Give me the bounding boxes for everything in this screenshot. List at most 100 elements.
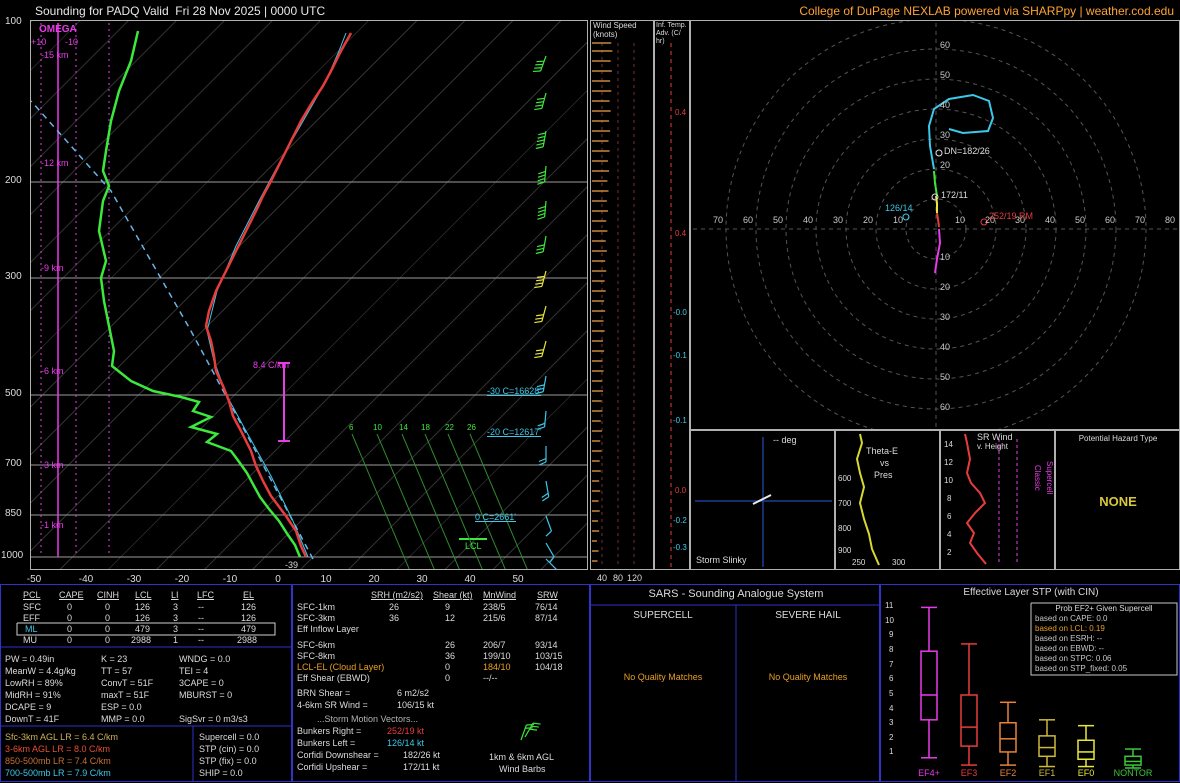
sr-wind-plot xyxy=(964,433,1018,565)
label: 238/5 xyxy=(483,602,506,612)
label: 40 xyxy=(597,573,608,583)
label: Adv. (C/ xyxy=(656,30,681,37)
label: -0.1 xyxy=(673,416,687,425)
hodograph-traces xyxy=(902,93,995,274)
label: based on LCL: 0.19 xyxy=(1035,624,1105,633)
label: 0 xyxy=(105,624,111,634)
label: ConvT = 51F xyxy=(101,678,154,688)
sars-panel[interactable]: SARS - Sounding Analogue System SUPERCELL… xyxy=(590,584,880,782)
label: 500 xyxy=(5,388,22,399)
label: Shear (kt) xyxy=(433,590,473,600)
label: 0 xyxy=(105,635,111,645)
label: 172/11 kt xyxy=(403,762,440,772)
label: 0 xyxy=(67,602,73,612)
thetae-title: Theta-E xyxy=(866,446,899,456)
minus30c-height: -30 C=16628' xyxy=(487,386,542,396)
label: 0.0 xyxy=(675,486,687,495)
label: SFC-1km xyxy=(297,602,335,612)
label: 600 xyxy=(838,474,852,483)
label: Sfc-3km AGL LR = 6.4 C/km xyxy=(5,732,118,742)
label: SRW xyxy=(537,590,558,600)
label: 18 xyxy=(421,423,430,432)
label: 199/10 xyxy=(483,651,511,661)
wind-speed-panel[interactable]: Wind Speed (knots) 40 80 120 xyxy=(590,20,654,583)
label: MU xyxy=(23,635,37,645)
label: 10 xyxy=(955,215,966,225)
label: 206/7 xyxy=(483,640,506,650)
label: ML xyxy=(25,624,38,634)
hazard-type-panel[interactable]: Potential Hazard Type NONE xyxy=(1055,430,1180,570)
label: -0.1 xyxy=(673,351,687,360)
label: 215/6 xyxy=(483,613,506,623)
freezing-level: 0 C=2661' xyxy=(475,512,517,522)
label: LowRH = 89% xyxy=(5,678,63,688)
label: 0 xyxy=(67,635,73,645)
label: EF3 xyxy=(960,768,978,778)
label: 14 xyxy=(399,423,408,432)
label: 1 xyxy=(173,635,179,645)
label: 30 xyxy=(940,130,951,140)
label: -3 km xyxy=(41,460,64,470)
label: EL xyxy=(243,590,255,600)
label: 12 xyxy=(944,458,953,467)
label: Corfidi Downshear = xyxy=(297,750,379,760)
label: 100 xyxy=(5,16,22,27)
temp-advection-panel[interactable]: Inf. Temp. Adv. (C/hr) 0.4 0.4 -0.0 -0.1 -0.1 0… xyxy=(654,20,690,570)
skewt-panel[interactable]: 100 200 300 500 700 850 1000 -50 -40 -30 -20 -10 0 10… xyxy=(1,17,588,585)
label: 93/14 xyxy=(535,640,558,650)
hodograph-panel[interactable]: 60 50 40 30 20 10 20 30 40 50 60 70 60 50 40 30 20 10 10 20… xyxy=(690,20,1180,430)
storm-slinky-title: Storm Slinky xyxy=(696,555,747,565)
corfidi-upshear-label: 172/11 xyxy=(941,190,968,200)
label: -39 xyxy=(285,560,299,570)
label: LCL-EL (Cloud Layer) xyxy=(297,662,385,672)
label: +10 xyxy=(31,37,47,47)
stp-boxplot-panel[interactable]: Effective Layer STP (with CIN) 11 10 9 8 7 6 5 4… xyxy=(880,584,1180,782)
label: -12 km xyxy=(41,158,69,168)
label: 20 xyxy=(940,160,951,170)
label: 200 xyxy=(5,175,22,186)
storm-slinky-panel[interactable]: Storm Slinky -- deg xyxy=(690,430,835,570)
label: SFC-3km xyxy=(297,613,335,623)
thetae-panel[interactable]: Theta-E vs Pres 600 700 800 900 250 300 xyxy=(835,430,940,570)
label: 50 xyxy=(940,70,951,80)
label: STP (cin) = 0.0 xyxy=(199,744,260,754)
label: WNDG = 0.0 xyxy=(179,654,231,664)
label: 850 xyxy=(5,508,22,519)
label: 2 xyxy=(889,733,894,742)
label: 3 xyxy=(889,718,894,727)
label: 106/15 kt xyxy=(397,700,435,710)
stp-boxplot xyxy=(920,606,1142,769)
label: --/-- xyxy=(483,673,498,683)
label: 40 xyxy=(803,215,814,225)
label: SFC xyxy=(23,602,41,612)
label: 22 xyxy=(445,423,454,432)
label: 60 xyxy=(940,402,951,412)
label: 0 xyxy=(67,613,73,623)
label: 50 xyxy=(940,372,951,382)
label: 30 xyxy=(833,215,844,225)
label: 0 xyxy=(445,673,451,683)
label: 26 xyxy=(389,602,400,612)
label: 850-500mb LR = 7.4 C/km xyxy=(5,756,111,766)
sr-wind-panel[interactable]: SR Wind v. Height 14 12 10 8 6 4 2 Classic Superce… xyxy=(940,430,1055,570)
label: 6 m2/s2 xyxy=(397,688,430,698)
hazard-title: Potential Hazard Type xyxy=(1078,434,1158,443)
label: (knots) xyxy=(593,30,618,39)
label: 252/19 kt xyxy=(387,726,425,736)
lcl-marker-label: LCL xyxy=(465,541,482,551)
label: 3 xyxy=(173,602,179,612)
label: Bunkers Right = xyxy=(297,726,362,736)
label: 36 xyxy=(445,651,456,661)
sars-supercell-result: No Quality Matches xyxy=(623,672,703,682)
label: MidRH = 91% xyxy=(5,690,61,700)
hazard-value: NONE xyxy=(1099,494,1137,509)
label: 0 xyxy=(445,662,451,672)
label: Eff Inflow Layer xyxy=(297,624,359,634)
label: NONTOR xyxy=(1113,768,1153,778)
label: 300 xyxy=(5,271,22,282)
label: EF2 xyxy=(999,768,1017,778)
label: EF1 xyxy=(1038,768,1056,778)
label: based on CAPE: 0.0 xyxy=(1035,614,1108,623)
label: 26 xyxy=(445,640,456,650)
label: 10 xyxy=(944,476,953,485)
